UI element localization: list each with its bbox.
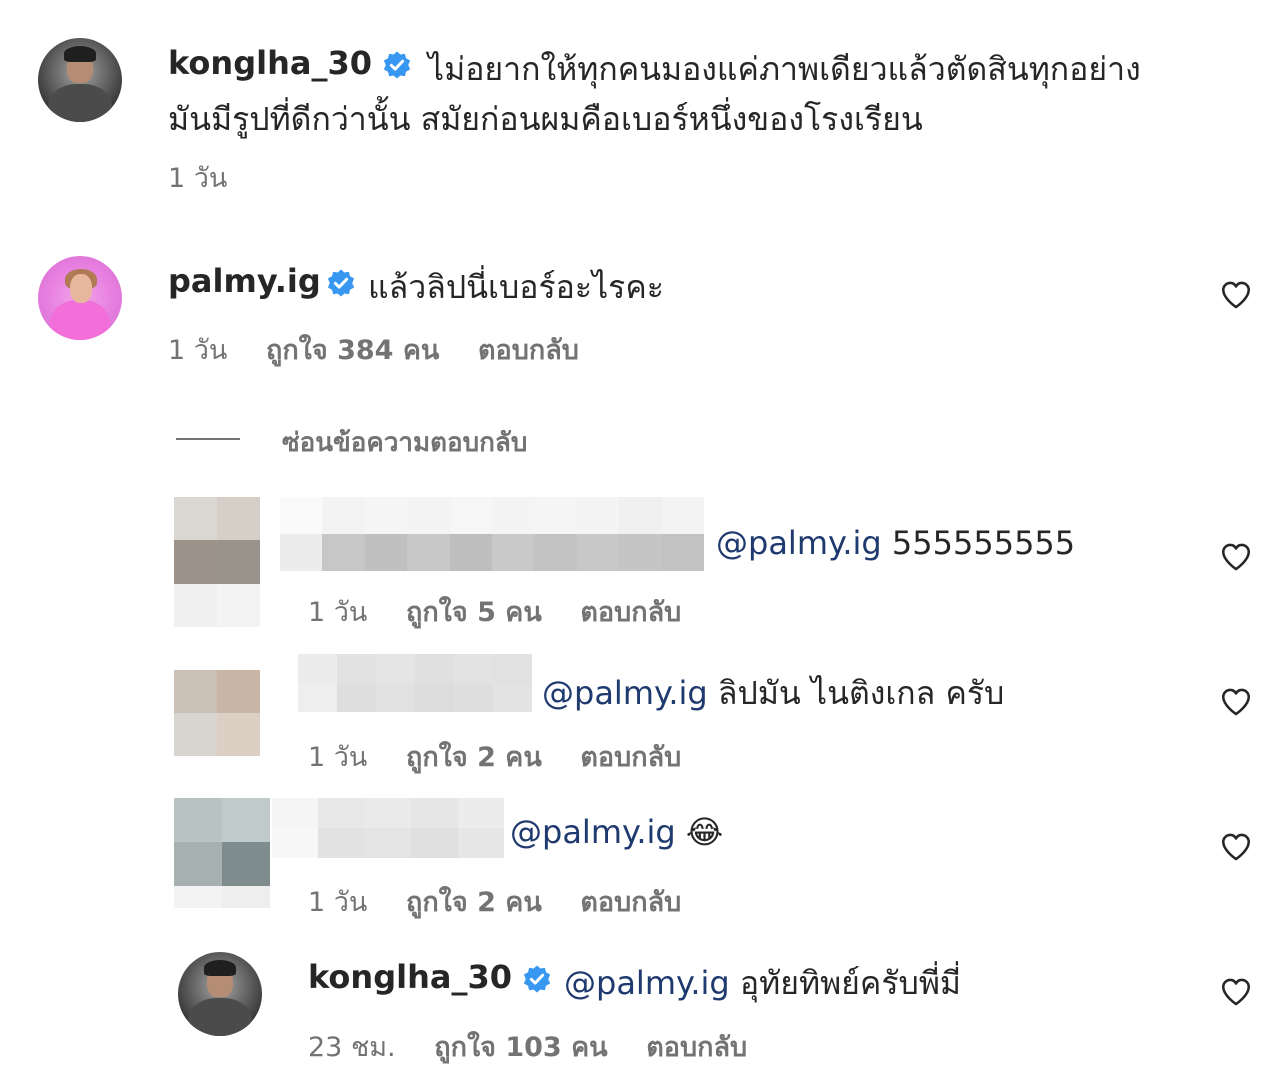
username-redacted (298, 654, 532, 712)
reply-button[interactable]: ตอบกลับ (646, 1032, 747, 1063)
reply-body: ลิปมัน ไนติงเกล ครับ (717, 674, 1005, 712)
likes-count[interactable]: ถูกใจ 103 คน (434, 1032, 607, 1063)
username-konglha[interactable]: konglha_30 (308, 958, 512, 996)
likes-count[interactable]: ถูกใจ 2 คน (406, 887, 542, 918)
reply-time: 23 ชม. (308, 1032, 396, 1063)
heart-icon[interactable] (1219, 975, 1253, 1009)
reply-time: 1 วัน (308, 887, 368, 918)
avatar-konglha[interactable] (38, 38, 122, 122)
avatar-konglha[interactable] (178, 952, 262, 1036)
reply-button[interactable]: ตอบกลับ (580, 742, 681, 773)
comment-meta: 1 วัน (168, 156, 257, 199)
reply-text: @palmy.ig ลิปมัน ไนติงเกล ครับ (542, 668, 1004, 719)
avatar-pixelated[interactable] (174, 497, 260, 627)
mention-link[interactable]: @palmy.ig (716, 524, 882, 562)
likes-count[interactable]: ถูกใจ 5 คน (406, 597, 542, 628)
avatar-palmy[interactable] (38, 256, 122, 340)
avatar-pixelated[interactable] (174, 670, 260, 756)
heart-icon[interactable] (1219, 685, 1253, 719)
comment-time: 1 วัน (168, 163, 228, 194)
reply-meta: 23 ชม. ถูกใจ 103 คน ตอบกลับ (308, 1025, 777, 1068)
reply-body: 555555555 (891, 524, 1076, 562)
reply-time: 1 วัน (308, 742, 368, 773)
comment-text: แล้วลิปนี่เบอร์อะไรคะ (368, 268, 664, 306)
hide-replies-divider (176, 438, 240, 440)
username-konglha[interactable]: konglha_30 (168, 44, 372, 82)
hide-replies-button[interactable]: ซ่อนข้อความตอบกลับ (282, 422, 527, 463)
reply-button[interactable]: ตอบกลับ (580, 597, 681, 628)
mention-link[interactable]: @palmy.ig (564, 964, 730, 1002)
heart-icon[interactable] (1219, 540, 1253, 574)
verified-badge-icon (523, 965, 551, 993)
reply-meta: 1 วัน ถูกใจ 2 คน ตอบกลับ (308, 735, 711, 778)
heart-icon[interactable] (1219, 278, 1253, 312)
reply-button[interactable]: ตอบกลับ (478, 335, 579, 366)
reply-text: @palmy.ig 555555555 (716, 524, 1075, 562)
likes-count[interactable]: ถูกใจ 2 คน (406, 742, 542, 773)
mention-link[interactable]: @palmy.ig (510, 813, 676, 851)
reply-body: อุทัยทิพย์ครับพี่มี่ (739, 964, 961, 1002)
comment-text-line1: ไม่อยากให้ทุกคนมองแค่ภาพเดียวแล้วตัดสินท… (428, 50, 1141, 88)
likes-count[interactable]: ถูกใจ 384 คน (266, 335, 439, 366)
reply-text: @palmy.ig อุทัยทิพย์ครับพี่มี่ (564, 958, 961, 1009)
reply-button[interactable]: ตอบกลับ (580, 887, 681, 918)
reply-text: @palmy.ig 😂 (510, 813, 723, 851)
reply-meta: 1 วัน ถูกใจ 5 คน ตอบกลับ (308, 590, 711, 633)
reply-time: 1 วัน (308, 597, 368, 628)
emoji-laughing-icon: 😂 (685, 813, 724, 851)
heart-icon[interactable] (1219, 830, 1253, 864)
comment-time: 1 วัน (168, 335, 228, 366)
mention-link[interactable]: @palmy.ig (542, 674, 708, 712)
comment-text-line2: มันมีรูปที่ดีกว่านั้น สมัยก่อนผมคือเบอร์… (168, 100, 923, 138)
reply-meta: 1 วัน ถูกใจ 2 คน ตอบกลับ (308, 880, 711, 923)
comment-meta: 1 วัน ถูกใจ 384 คน ตอบกลับ (168, 328, 609, 371)
username-palmy[interactable]: palmy.ig (168, 262, 321, 300)
verified-badge-icon (383, 51, 411, 79)
username-redacted (280, 497, 704, 571)
username-redacted (272, 798, 504, 858)
avatar-pixelated[interactable] (174, 798, 270, 908)
verified-badge-icon (327, 269, 355, 297)
